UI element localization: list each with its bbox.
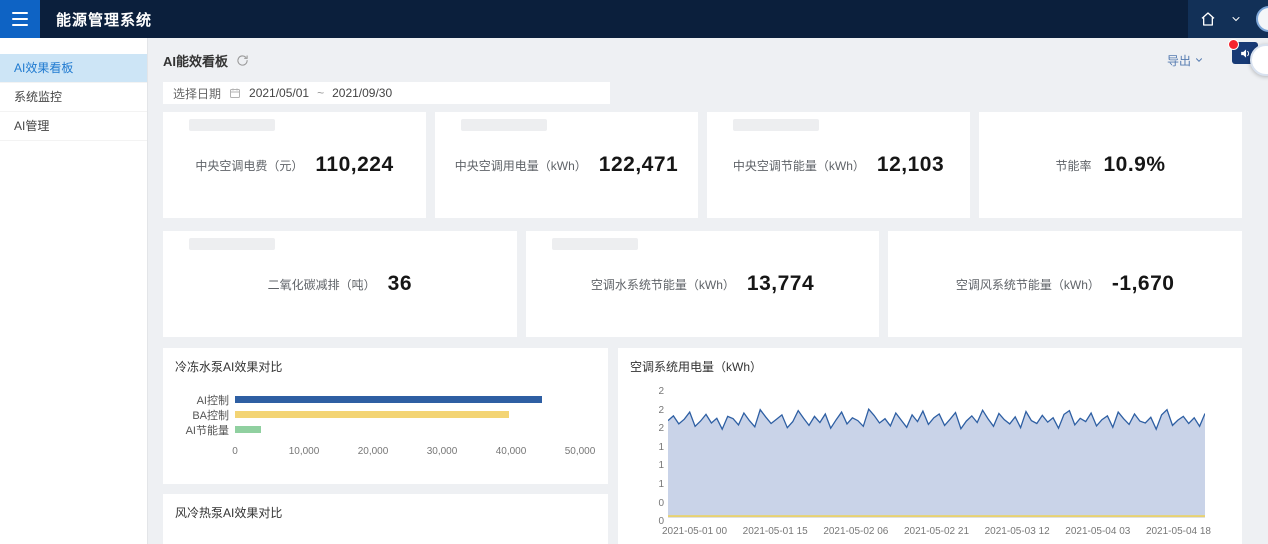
chart-panel-ac-power: 空调系统用电量（kWh） 22211100 2021-05-01 002021-… (618, 348, 1242, 544)
bar (235, 411, 509, 418)
kpi-label: 二氧化碳减排（吨） (268, 276, 376, 293)
kpi-value: 122,471 (599, 153, 678, 177)
chart-title: 空调系统用电量（kWh） (618, 348, 1242, 375)
kpi-label: 空调风系统节能量（kWh） (956, 276, 1100, 293)
floating-help-button[interactable] (1250, 44, 1268, 76)
home-icon[interactable] (1200, 11, 1216, 27)
bar-chart-x-axis: 010,00020,00030,00040,00050,000 (235, 446, 580, 460)
sidebar-item-ai-manage[interactable]: AI管理 (0, 112, 147, 141)
loading-skeleton (733, 119, 819, 131)
date-end[interactable]: 2021/09/30 (332, 86, 392, 100)
chart-panel-chilled-water-pump: 冷冻水泵AI效果对比 AI控制BA控制AI节能量 0 10,000 20,000 30… (163, 348, 608, 484)
date-range-picker[interactable]: 选择日期 2021/05/01 ~ 2021/09/30 (163, 82, 610, 104)
x-tick-label: 2021-05-04 18 (1146, 526, 1211, 537)
y-tick-label: 1 (658, 460, 664, 471)
sidebar-item-system-monitor[interactable]: 系统监控 (0, 83, 147, 112)
avatar[interactable] (1256, 6, 1268, 32)
date-start[interactable]: 2021/05/01 (249, 86, 309, 100)
area-chart (668, 385, 1205, 518)
kpi-card: 中央空调电费（元） 110,224 (163, 112, 426, 218)
x-tick-label: 50,000 (565, 446, 596, 457)
app-title: 能源管理系统 (56, 9, 152, 30)
loading-skeleton (189, 119, 275, 131)
date-separator: ~ (317, 86, 324, 100)
x-tick-label: 2021-05-01 00 (662, 526, 727, 537)
kpi-row-2: 二氧化碳减排（吨） 36 空调水系统节能量（kWh） 13,774 空调风系统节能量（k… (163, 231, 1242, 337)
y-tick-label: 2 (658, 405, 664, 416)
kpi-card: 中央空调节能量（kWh） 12,103 (707, 112, 970, 218)
sidebar-item-ai-dashboard[interactable]: AI效果看板 (0, 54, 147, 83)
y-tick-label: 2 (658, 423, 664, 434)
kpi-label: 中央空调用电量（kWh） (455, 157, 587, 174)
kpi-value: 110,224 (315, 153, 393, 177)
chart-title: 冷冻水泵AI效果对比 (163, 348, 608, 375)
area-chart-y-axis: 22211100 (630, 348, 664, 544)
kpi-value: 12,103 (877, 153, 944, 177)
kpi-value: 36 (388, 272, 412, 296)
x-tick-label: 2021-05-04 03 (1065, 526, 1130, 537)
bar-track (235, 396, 580, 403)
area-chart-x-axis: 2021-05-01 00 2021-05-01 15 2021-05-02 06 2… (662, 526, 1211, 537)
x-tick-label: 2021-05-03 12 (985, 526, 1050, 537)
x-tick-label: 0 (232, 446, 238, 457)
kpi-card: 中央空调用电量（kWh） 122,471 (435, 112, 698, 218)
x-tick-label: 2021-05-01 15 (743, 526, 808, 537)
calendar-icon (229, 87, 241, 99)
topbar-actions (1188, 0, 1268, 38)
bar (235, 396, 542, 403)
hamburger-menu-icon[interactable] (0, 0, 40, 38)
bar-category-label: BA控制 (163, 407, 235, 423)
export-label: 导出 (1167, 52, 1191, 69)
bar-category-label: AI节能量 (163, 422, 235, 438)
kpi-value: 10.9% (1103, 153, 1165, 177)
x-tick-label: 2021-05-02 21 (904, 526, 969, 537)
x-tick-label: 20,000 (358, 446, 389, 457)
bar-chart: AI控制BA控制AI节能量 (163, 392, 608, 437)
x-tick-label: 10,000 (289, 446, 320, 457)
kpi-card: 二氧化碳减排（吨） 36 (163, 231, 517, 337)
refresh-icon[interactable] (236, 54, 249, 67)
kpi-label: 节能率 (1055, 157, 1091, 174)
area-fill (668, 409, 1205, 518)
x-tick-label: 40,000 (496, 446, 527, 457)
y-tick-label: 2 (658, 386, 664, 397)
y-tick-label: 1 (658, 479, 664, 490)
topbar: 能源管理系统 (0, 0, 1268, 38)
page-header: AI能效看板 导出 (163, 50, 1242, 70)
kpi-value: 13,774 (747, 272, 814, 296)
kpi-card: 空调水系统节能量（kWh） 13,774 (526, 231, 880, 337)
y-tick-label: 1 (658, 442, 664, 453)
kpi-value: -1,670 (1112, 272, 1175, 296)
kpi-card: 节能率 10.9% (979, 112, 1242, 218)
kpi-label: 中央空调节能量（kWh） (733, 157, 865, 174)
bar-row: AI节能量 (163, 422, 608, 437)
app-window: 能源管理系统 AI效果看板系统监控AI管理 AI能效看板 导出 选择日期 (0, 0, 1268, 544)
chevron-down-icon (1194, 55, 1204, 65)
loading-skeleton (552, 238, 638, 250)
date-range-label: 选择日期 (173, 85, 221, 102)
kpi-card: 空调风系统节能量（kWh） -1,670 (888, 231, 1242, 337)
bar-category-label: AI控制 (163, 392, 235, 408)
chevron-down-icon[interactable] (1230, 13, 1242, 25)
bar-track (235, 426, 580, 433)
chart-title: 风冷热泵AI效果对比 (163, 494, 608, 521)
kpi-label: 中央空调电费（元） (195, 157, 303, 174)
loading-skeleton (189, 238, 275, 250)
chart-panel-heat-pump: 风冷热泵AI效果对比 (163, 494, 608, 544)
kpi-label: 空调水系统节能量（kWh） (591, 276, 735, 293)
x-tick-label: 30,000 (427, 446, 458, 457)
loading-skeleton (461, 119, 547, 131)
notification-dot (1228, 39, 1239, 50)
kpi-row-1: 中央空调电费（元） 110,224 中央空调用电量（kWh） 122,471 中央空调节… (163, 112, 1242, 218)
export-button[interactable]: 导出 (1167, 52, 1204, 69)
y-tick-label: 0 (658, 498, 664, 509)
bar-row: AI控制 (163, 392, 608, 407)
bar-row: BA控制 (163, 407, 608, 422)
page-title: AI能效看板 (163, 51, 228, 70)
x-tick-label: 2021-05-02 06 (823, 526, 888, 537)
bar (235, 426, 261, 433)
sidebar: AI效果看板系统监控AI管理 (0, 38, 148, 544)
bar-track (235, 411, 580, 418)
